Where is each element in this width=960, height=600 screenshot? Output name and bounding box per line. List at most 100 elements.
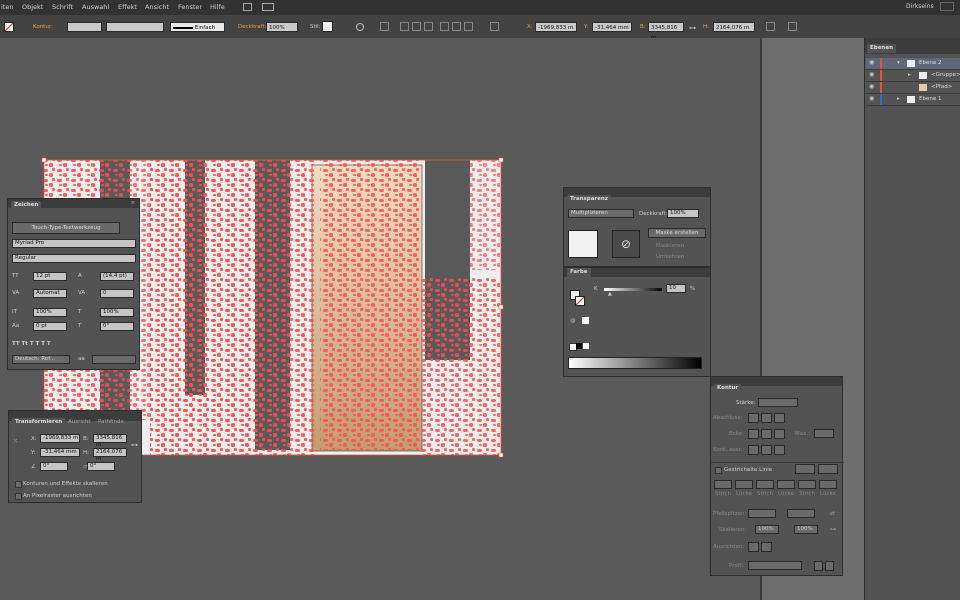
miter-limit-field[interactable] — [814, 429, 834, 438]
k-slider-track[interactable] — [604, 288, 662, 291]
invert-checkbox-label[interactable]: Umkehren — [656, 254, 684, 260]
white-swatch[interactable] — [583, 343, 589, 349]
b-field[interactable]: 3345,816 m — [93, 434, 127, 448]
gap-field-1[interactable] — [735, 480, 753, 489]
layer-row-pfad[interactable]: ◉ <Pfad> — [866, 82, 960, 94]
dash-field-2[interactable] — [756, 480, 774, 489]
font-family-field[interactable]: Myriad Pro — [12, 239, 136, 248]
tab-pathfinder[interactable]: Pathfinde — [95, 418, 127, 427]
leading-field[interactable]: (14,4 pt) — [100, 272, 134, 281]
baseline-field[interactable]: 0 pt — [33, 322, 67, 331]
blend-mode-dropdown[interactable]: Multiplizieren — [568, 209, 634, 218]
menu-schrift[interactable]: Schrift — [52, 3, 73, 11]
deckkraft-field[interactable]: 100% — [667, 209, 699, 218]
font-size-field[interactable]: 12 pt — [33, 272, 67, 281]
fill-swatch[interactable] — [4, 22, 14, 32]
tab-zeichen[interactable]: Zeichen — [11, 201, 42, 210]
swap-arrows-icon[interactable]: ⇄ — [830, 510, 835, 517]
link-proportions-icon[interactable]: ⊶ — [689, 24, 696, 32]
align-center-icon[interactable] — [412, 22, 421, 31]
b-field[interactable]: 3345,816 m — [648, 22, 684, 41]
vertical-scale-field[interactable]: 100% — [33, 308, 67, 317]
h-field[interactable]: 2164,076 m — [93, 448, 127, 462]
deckkraft-label[interactable]: Deckkraft: — [238, 24, 267, 30]
isolate-icon[interactable] — [788, 22, 797, 31]
cap-butt-icon[interactable] — [748, 413, 759, 423]
arrow-align-inside-icon[interactable] — [748, 542, 759, 552]
eye-icon[interactable]: ◉ — [869, 96, 875, 102]
k-slider-thumb[interactable]: ▲ — [608, 291, 612, 297]
language-dropdown[interactable]: Deutsch: Ref... — [12, 355, 70, 364]
corner-miter-icon[interactable] — [748, 429, 759, 439]
black-swatch[interactable] — [576, 343, 582, 349]
k-value-field[interactable]: 10 — [666, 284, 686, 293]
tab-kontur[interactable]: Kontur — [714, 384, 742, 393]
dash-field-1[interactable] — [714, 480, 732, 489]
h-field[interactable]: 2164,076 m — [713, 22, 755, 32]
x-field[interactable]: -1969,833 m — [535, 22, 577, 32]
link-scale-icon[interactable]: ⊶ — [830, 526, 836, 533]
stroke-style-dropdown[interactable]: Einfach — [170, 22, 225, 32]
align-middle-icon[interactable] — [452, 22, 461, 31]
search-field[interactable] — [940, 2, 954, 11]
rotation-field[interactable]: 0° — [100, 322, 134, 331]
layer-name[interactable]: Ebene 1 — [919, 94, 941, 105]
gap-field-3[interactable] — [819, 480, 837, 489]
width-profile-dropdown[interactable] — [748, 561, 802, 570]
corner-round-icon[interactable] — [761, 429, 772, 439]
arrow-align-outside-icon[interactable] — [761, 542, 772, 552]
layer-name[interactable]: <Gruppe> — [931, 70, 960, 81]
recolor-icon[interactable] — [356, 23, 364, 31]
flip-across-icon[interactable] — [825, 561, 834, 571]
constrain-proportions-icon[interactable]: ⊶ — [131, 441, 138, 449]
graphic-style-swatch[interactable] — [322, 21, 333, 32]
menu-datei[interactable]: iten — [1, 3, 13, 11]
dash-adjust-length-icon[interactable] — [818, 464, 838, 474]
variable-width-field[interactable] — [106, 22, 164, 32]
pixel-grid-checkbox[interactable] — [15, 493, 22, 500]
y-field[interactable]: -31,464 mm — [40, 448, 80, 457]
expand-triangle-icon[interactable]: ▾ — [897, 58, 900, 69]
align-top-icon[interactable] — [440, 22, 449, 31]
text-case-icons[interactable]: TT Tt T T T T — [12, 341, 51, 347]
layer-row-gruppe[interactable]: ◉ ▸ <Gruppe> — [866, 70, 960, 82]
horizontal-scale-field[interactable]: 100% — [100, 308, 134, 317]
stroke-weight-field[interactable] — [758, 398, 798, 407]
x-field[interactable]: -1969,833 m — [40, 434, 80, 443]
arrow-start-dropdown[interactable] — [748, 509, 776, 518]
arrow-scale-end-field[interactable]: 100% — [794, 525, 818, 534]
stroke-color-swatch[interactable] — [575, 296, 585, 306]
tab-transformieren[interactable]: Transformieren — [12, 418, 66, 427]
dash-align-corners-icon[interactable] — [795, 464, 815, 474]
rotate-field[interactable]: 0° — [40, 462, 68, 471]
eye-icon[interactable]: ◉ — [869, 72, 875, 78]
layer-name[interactable]: <Pfad> — [931, 82, 952, 93]
touch-type-tool-button[interactable]: Touch-Type-Textwerkzeug — [12, 222, 120, 234]
arrange-documents-icon[interactable] — [262, 3, 274, 11]
tab-transparenz[interactable]: Transparenz — [567, 195, 611, 204]
workspace-switcher[interactable]: Dirkseins — [906, 3, 934, 10]
gap-field-2[interactable] — [777, 480, 795, 489]
menu-hilfe[interactable]: Hilfe — [210, 3, 225, 11]
dash-field-3[interactable] — [798, 480, 816, 489]
tab-farbe[interactable]: Farbe — [567, 268, 591, 277]
layer-name[interactable]: Ebene 2 — [919, 58, 941, 69]
menu-objekt[interactable]: Objekt — [22, 3, 43, 11]
font-style-field[interactable]: Regular — [12, 254, 136, 263]
panel-menu-icon[interactable]: ≡ — [131, 200, 135, 206]
eye-icon[interactable]: ◉ — [869, 60, 875, 66]
menu-fenster[interactable]: Fenster — [178, 3, 202, 11]
expand-triangle-icon[interactable]: ▸ — [908, 70, 911, 81]
menu-ansicht[interactable]: Ansicht — [145, 3, 169, 11]
scale-strokes-checkbox[interactable] — [15, 481, 22, 488]
layers-tab[interactable]: Ebenen — [867, 44, 896, 53]
align-left-icon[interactable] — [400, 22, 409, 31]
cap-square-icon[interactable] — [774, 413, 785, 423]
arrow-scale-start-field[interactable]: 100% — [755, 525, 779, 534]
object-thumbnail[interactable] — [568, 230, 598, 258]
align-right-icon[interactable] — [424, 22, 433, 31]
dashed-line-checkbox[interactable] — [715, 467, 722, 474]
tab-ausrichten[interactable]: Ausricht — [65, 418, 94, 427]
shear-field[interactable]: 0° — [87, 462, 115, 471]
eye-icon[interactable]: ◉ — [869, 84, 875, 90]
